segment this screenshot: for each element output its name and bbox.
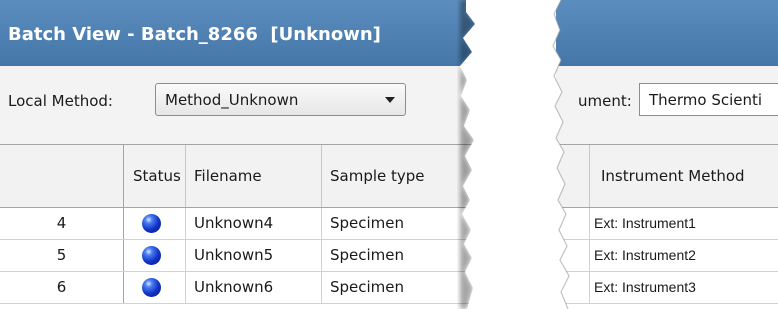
- table-row[interactable]: 4 Unknown4 Specimen: [0, 208, 480, 240]
- local-method-value: Method_Unknown: [165, 91, 299, 109]
- torn-edge-divider: [460, 0, 570, 309]
- title-bar: Batch View - Batch_8266 [Unknown]: [0, 0, 480, 66]
- row-number: 5: [0, 240, 124, 271]
- filename-cell[interactable]: Unknown6: [186, 272, 322, 303]
- table-row[interactable]: 5 Unknown5 Specimen: [0, 240, 480, 272]
- row-number: 4: [0, 208, 124, 239]
- status-ball-icon: [142, 214, 161, 233]
- instrument-method-cell[interactable]: Ext: Instrument2: [590, 240, 778, 271]
- local-method-label: Local Method:: [8, 92, 113, 110]
- local-method-select[interactable]: Method_Unknown: [155, 83, 406, 116]
- column-header-status[interactable]: Status: [124, 145, 186, 207]
- row-number-header[interactable]: [0, 145, 124, 207]
- table-header: Status Filename Sample type: [0, 145, 480, 208]
- status-cell: [124, 240, 186, 271]
- table-row[interactable]: 6 Unknown6 Specimen: [0, 272, 480, 304]
- batch-view-panel: Batch View - Batch_8266 [Unknown] Local …: [0, 0, 480, 309]
- filename-cell[interactable]: Unknown5: [186, 240, 322, 271]
- filename-cell[interactable]: Unknown4: [186, 208, 322, 239]
- method-bar: Local Method: Method_Unknown: [0, 66, 480, 144]
- instrument-method-cell[interactable]: Ext: Instrument1: [590, 208, 778, 239]
- chevron-down-icon[interactable]: [385, 97, 395, 103]
- status-cell: [124, 208, 186, 239]
- column-header-filename[interactable]: Filename: [186, 145, 322, 207]
- batch-table: Status Filename Sample type 4 Unknown4 S…: [0, 144, 480, 309]
- instrument-value: Thermo Scienti: [649, 91, 763, 109]
- status-cell: [124, 272, 186, 303]
- row-number: 6: [0, 272, 124, 303]
- column-header-instrument-method[interactable]: Instrument Method: [590, 145, 778, 207]
- instrument-method-cell[interactable]: Ext: Instrument3: [590, 272, 778, 303]
- instrument-field[interactable]: Thermo Scienti: [639, 83, 778, 116]
- status-ball-icon: [142, 278, 161, 297]
- window-title: Batch View - Batch_8266 [Unknown]: [8, 24, 381, 45]
- status-ball-icon: [142, 246, 161, 265]
